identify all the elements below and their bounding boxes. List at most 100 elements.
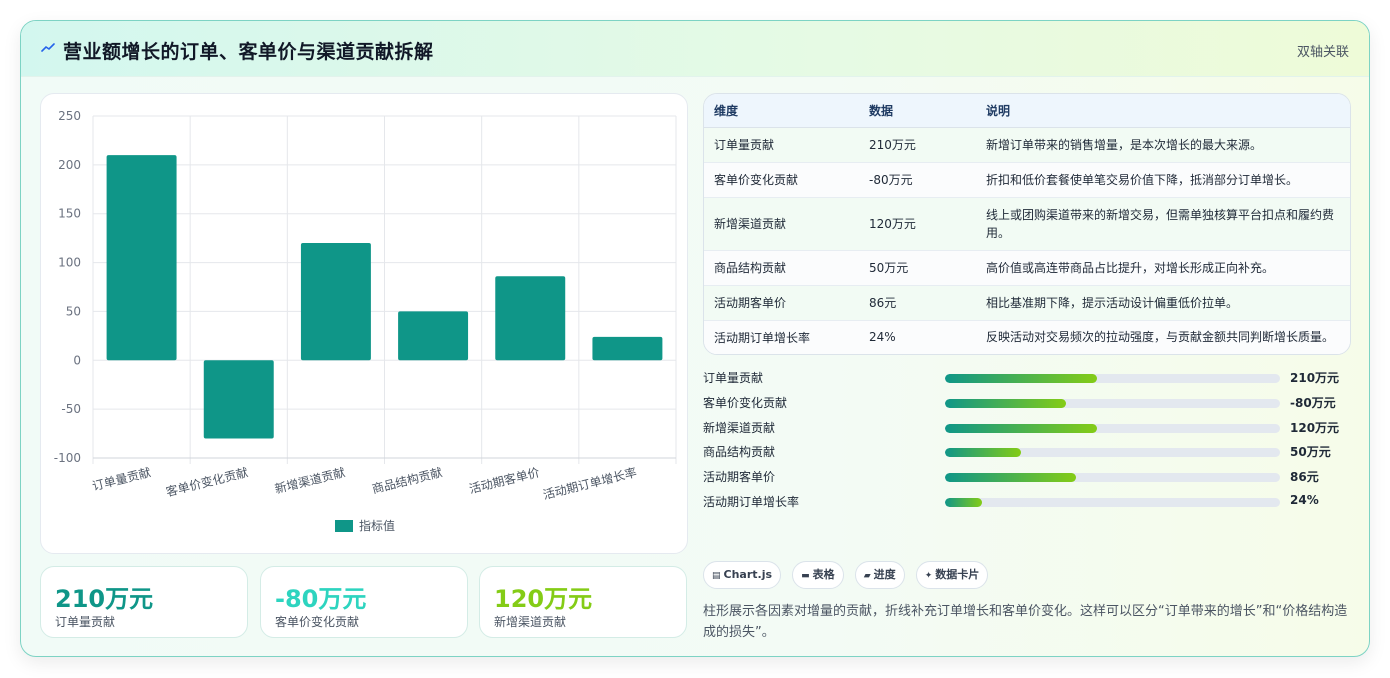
- stat-value: 120万元: [494, 585, 593, 613]
- y-tick-label: 250: [58, 109, 81, 123]
- y-tick-label: -50: [61, 402, 81, 416]
- table-cell: 210万元: [859, 127, 976, 163]
- stat-value: -80万元: [275, 585, 367, 613]
- progress-fill: [945, 448, 1022, 458]
- bar: [203, 360, 274, 439]
- progress-value: 120万元: [1290, 420, 1340, 435]
- table-cell: 活动期订单增长率: [714, 330, 811, 345]
- progress-label: 订单量贡献: [703, 371, 764, 385]
- table-row: 活动期客单价 86元 相比基准期下降，提示活动设计偏重低价拉单。: [704, 285, 1350, 321]
- progress-track: [945, 423, 1280, 433]
- progress-label: 客单价变化贡献: [703, 395, 788, 410]
- y-tick-label: 100: [58, 256, 81, 270]
- column-header: 说明: [976, 94, 1350, 128]
- chip-table[interactable]: ▬ 表格: [792, 561, 844, 589]
- x-tick-label: 订单量贡献: [90, 464, 152, 493]
- table-row: 客单价变化贡献 -80万元 折扣和低价套餐使单笔交易价值下降，抵消部分订单增长。: [704, 162, 1350, 198]
- progress-fill: [945, 398, 1066, 408]
- bar-chart[interactable]: 250 200 150 100 50 0 -50 -100 订单量贡献 客单价变化贡献 新增渠道贡献…: [41, 94, 689, 555]
- table-cell: 线上或团购渠道带来的新增交易，但需单独核算平台扣点和履约费用。: [976, 197, 1350, 251]
- chart-icon: ▤: [712, 571, 721, 581]
- progress-fill: [945, 497, 982, 507]
- stat-card-price: -80万元 客单价变化贡献: [260, 566, 468, 638]
- bar: [592, 336, 663, 361]
- x-tick-label: 活动期订单增长率: [541, 464, 638, 502]
- table-cell: 120万元: [859, 197, 976, 251]
- progress-track: [945, 473, 1280, 483]
- table-row: 订单量贡献 210万元 新增订单带来的销售增量，是本次增长的最大来源。: [704, 127, 1350, 163]
- stat-label: 新增渠道贡献: [494, 615, 567, 629]
- progress-track: [945, 497, 1280, 507]
- progress-value: 24%: [1290, 492, 1319, 507]
- table-cell: 相比基准期下降，提示活动设计偏重低价拉单。: [976, 285, 1350, 321]
- progress-track: [945, 448, 1280, 458]
- progress-fill: [945, 473, 1077, 483]
- progress-row: 新增渠道贡献 120万元: [703, 415, 1351, 440]
- progress-track: [945, 374, 1280, 383]
- progress-icon: ▰: [863, 571, 871, 581]
- x-tick-label: 商品结构贡献: [370, 464, 444, 496]
- table-cell: 活动期客单价: [704, 285, 859, 321]
- progress-list: 订单量贡献 210万元 客单价变化贡献 -80万元 新增渠道贡献 120万元 商…: [703, 365, 1351, 514]
- y-tick-label: 50: [66, 304, 81, 318]
- table-icon: ▬: [801, 571, 810, 581]
- chip-progress[interactable]: ▰ 进度: [854, 561, 905, 589]
- tag-chips: ▤ Chart.js ▬ 表格 ▰ 进度 ✦ 数据卡片: [703, 561, 994, 589]
- stat-card-order: 210万元 订单量贡献: [40, 566, 248, 638]
- progress-label: 活动期客单价: [703, 470, 776, 485]
- y-tick-label: 0: [73, 353, 81, 367]
- table-row: 新增渠道贡献 120万元 线上或团购渠道带来的新增交易，但需单独核算平台扣点和履…: [704, 197, 1350, 251]
- bar: [495, 276, 566, 361]
- progress-row: 商品结构贡献 50万元: [703, 439, 1351, 464]
- progress-value: 86元: [1290, 470, 1319, 485]
- x-tick-label: 新增渠道贡献: [273, 464, 347, 496]
- table-cell: 高价值或高连带商品占比提升，对增长形成正向补充。: [976, 250, 1350, 286]
- chip-data-card[interactable]: ✦ 数据卡片: [915, 561, 989, 589]
- page-title: 营业额增长的订单、客单价与渠道贡献拆解: [63, 41, 434, 63]
- bar: [300, 243, 371, 361]
- chip-label: 进度: [873, 568, 896, 581]
- table-cell: 新增订单带来的销售增量，是本次增长的最大来源。: [976, 127, 1350, 163]
- dual-axis-badge: 双轴关联: [1296, 45, 1349, 60]
- progress-label: 活动期订单增长率: [703, 494, 800, 509]
- column-header: 数据: [859, 94, 976, 128]
- bar: [106, 155, 177, 361]
- chip-chartjs[interactable]: ▤ Chart.js: [703, 561, 782, 589]
- progress-row: 活动期订单增长率 24%: [703, 489, 1351, 514]
- data-table: 维度 数据 说明 订单量贡献 210万元 新增订单带来的销售增量，是本次增长的最…: [704, 94, 1350, 354]
- table-cell: 86元: [859, 285, 976, 321]
- progress-value: 50万元: [1290, 445, 1331, 460]
- stat-value: 210万元: [55, 585, 154, 613]
- data-table-panel: 维度 数据 说明 订单量贡献 210万元 新增订单带来的销售增量，是本次增长的最…: [703, 93, 1351, 355]
- progress-fill: [945, 374, 1098, 383]
- table-row: 商品结构贡献 50万元 高价值或高连带商品占比提升，对增长形成正向补充。: [704, 250, 1350, 286]
- bar: [398, 311, 469, 361]
- table-cell: 商品结构贡献: [704, 250, 859, 286]
- progress-value: 210万元: [1290, 371, 1340, 385]
- stat-label: 订单量贡献: [55, 615, 116, 629]
- chip-label: 数据卡片: [935, 568, 980, 581]
- chart-note: 柱形展示各因素对增量的贡献，折线补充订单增长和客单价变化。这样可以区分“订单带来…: [703, 604, 1348, 640]
- chip-label: Chart.js: [723, 568, 773, 581]
- legend-label: 指标值: [359, 518, 395, 533]
- table-cell: 客单价变化贡献: [704, 162, 859, 198]
- table-cell: 新增渠道贡献: [704, 197, 859, 251]
- spark-icon: [41, 43, 55, 52]
- progress-value: -80万元: [1290, 395, 1336, 410]
- table-header-row: 维度 数据 说明: [704, 94, 1350, 128]
- y-tick-label: 200: [58, 158, 81, 172]
- table-cell: -80万元: [859, 162, 976, 198]
- table-row: 活动期订单增长率 24% 反映活动对交易频次的拉动强度，与贡献金额共同判断增长质…: [704, 320, 1350, 354]
- stat-label: 客单价变化贡献: [275, 615, 360, 629]
- x-tick-label: 活动期客单价: [467, 464, 541, 496]
- progress-track: [945, 398, 1280, 408]
- progress-label: 新增渠道贡献: [703, 420, 776, 435]
- y-tick-label: -100: [54, 451, 81, 465]
- progress-fill: [945, 423, 1098, 433]
- table-cell: 24%: [869, 330, 896, 345]
- progress-row: 活动期客单价 86元: [703, 464, 1351, 489]
- dashboard-card: 营业额增长的订单、客单价与渠道贡献拆解 双轴关联 250 200 150 100 50 0…: [20, 20, 1370, 657]
- table-cell: 折扣和低价套餐使单笔交易价值下降，抵消部分订单增长。: [976, 162, 1350, 198]
- progress-row: 客单价变化贡献 -80万元: [703, 390, 1351, 415]
- legend-swatch: [335, 520, 353, 532]
